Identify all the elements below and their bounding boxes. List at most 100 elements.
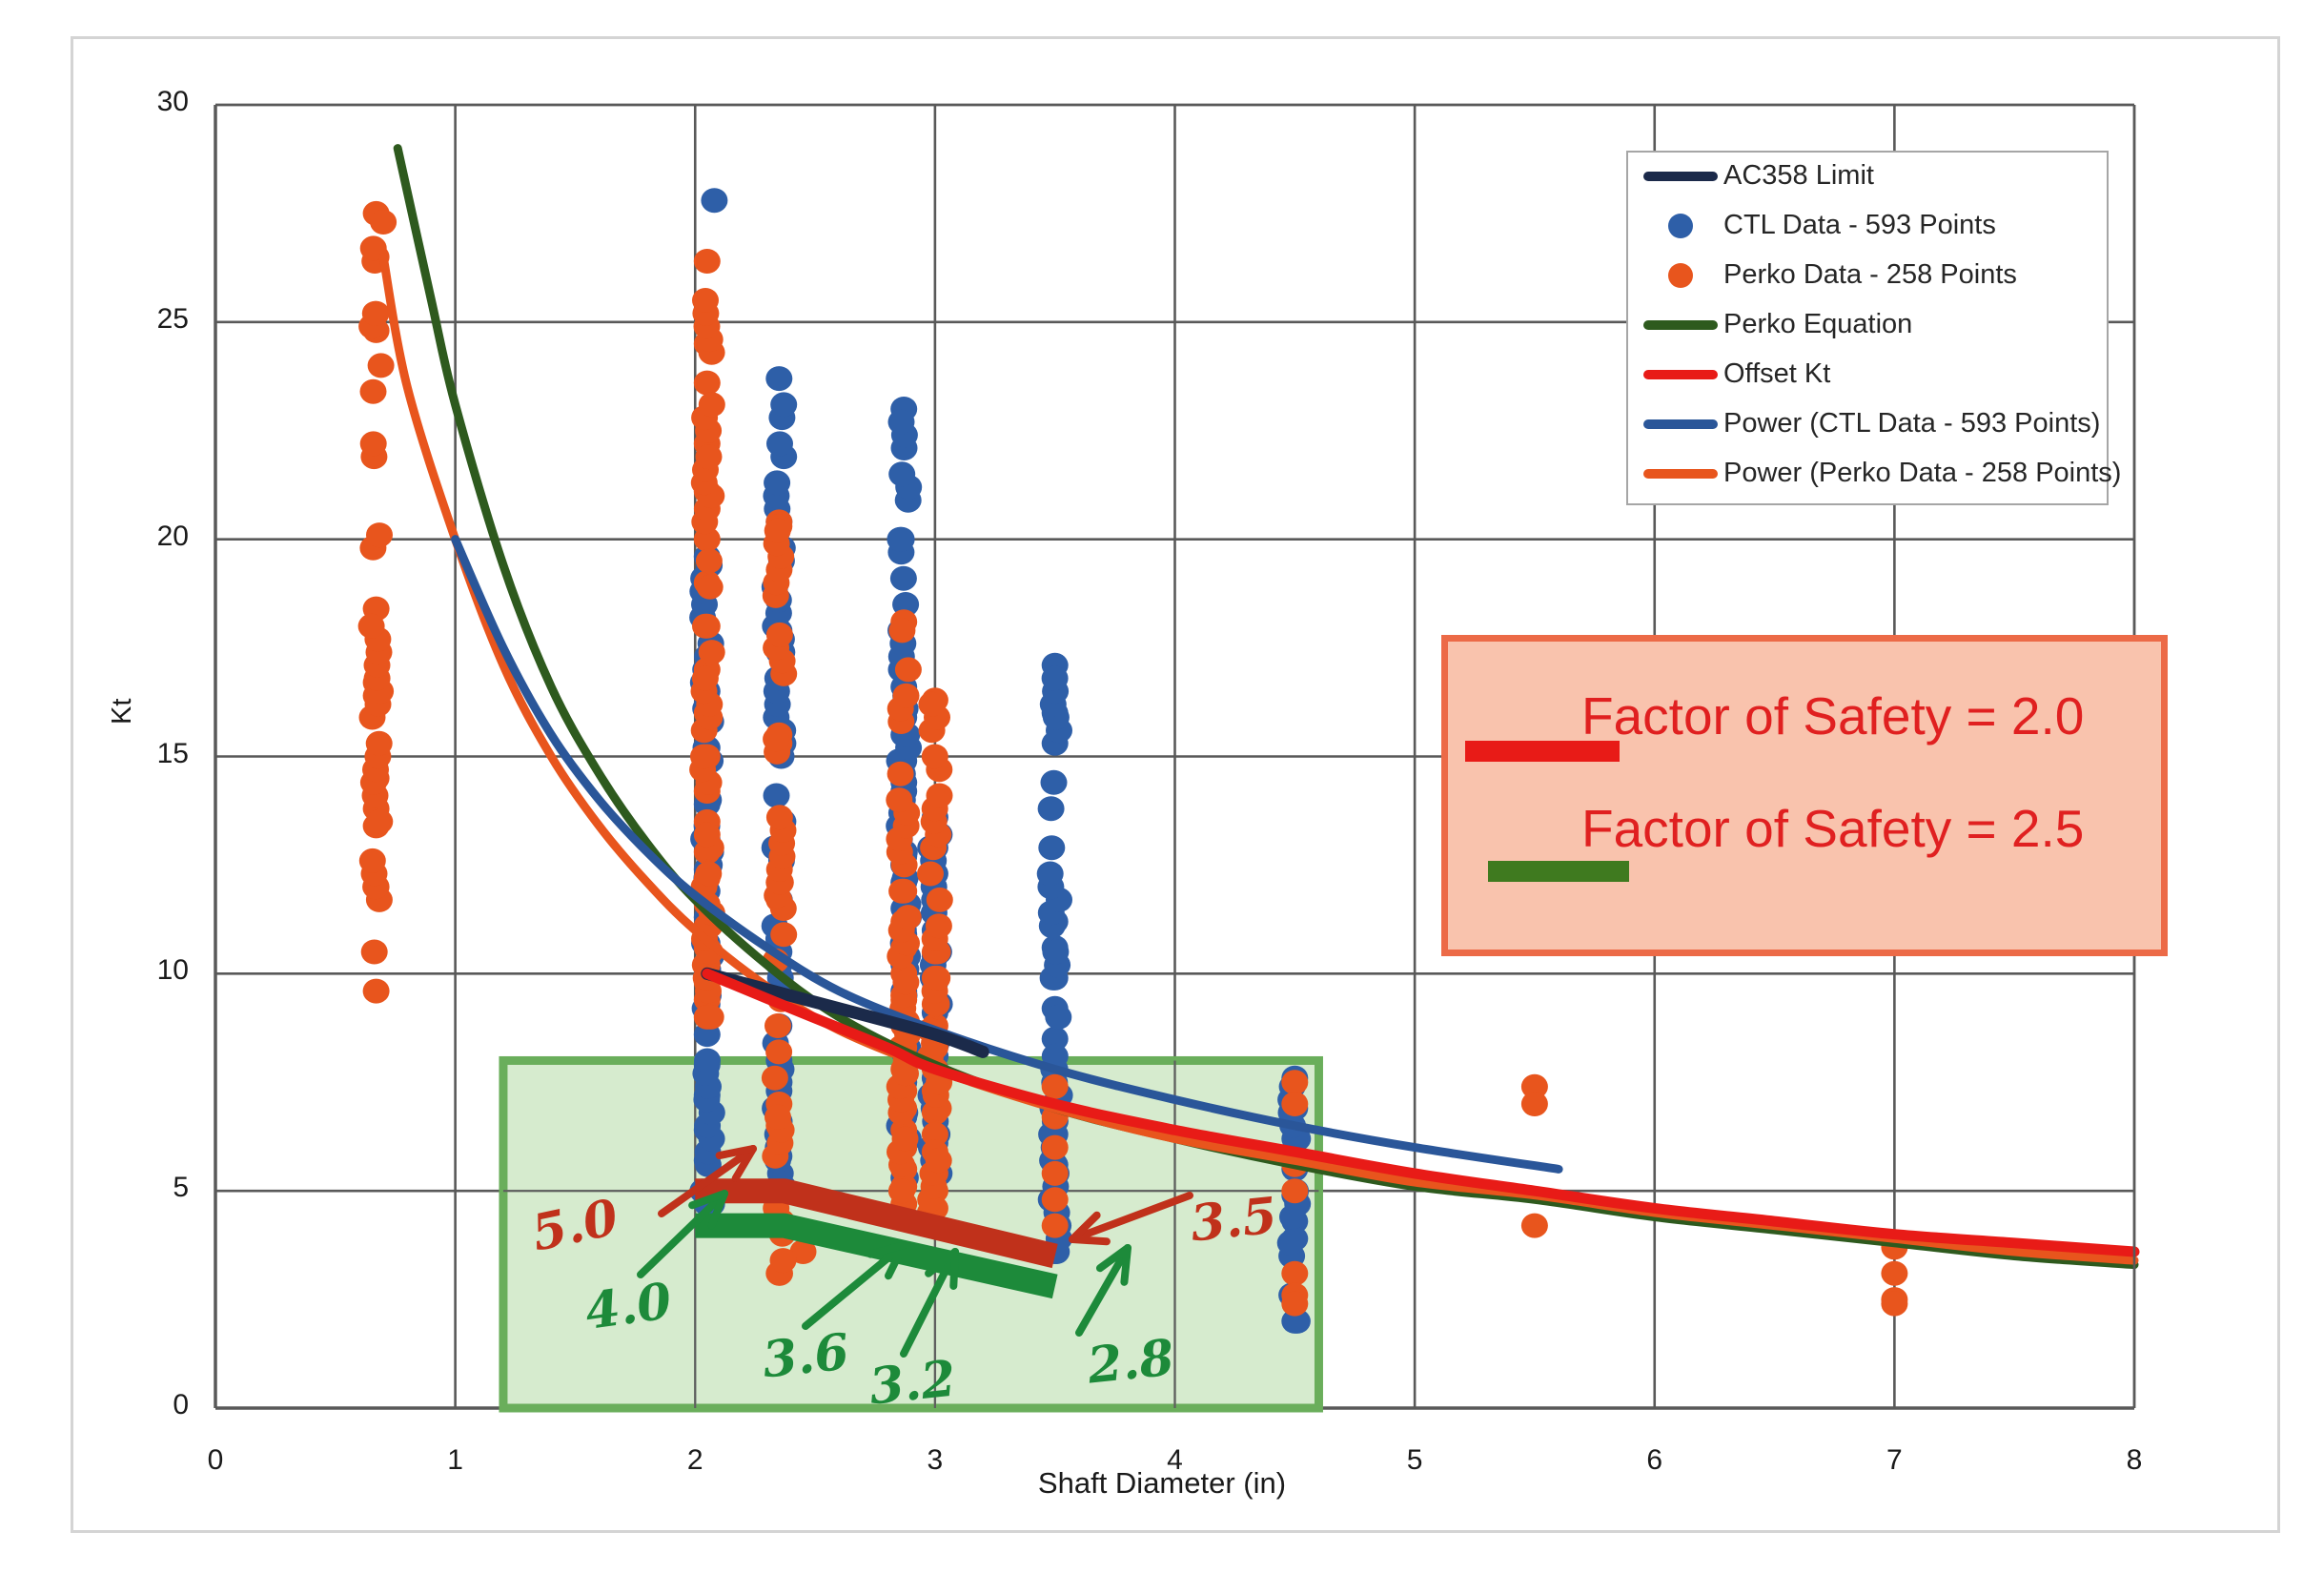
data-point	[694, 1049, 721, 1073]
data-point	[699, 392, 725, 417]
y-tick-label: 5	[112, 1172, 189, 1204]
legend-marker-line	[1643, 419, 1718, 429]
data-point	[696, 548, 723, 573]
data-point	[765, 366, 792, 391]
annotation-arrowhead	[1072, 1239, 1107, 1241]
data-point	[1041, 770, 1068, 795]
factor-of-safety-callout: Factor of Safety = 2.0 Factor of Safety =…	[1441, 635, 2168, 956]
data-point	[926, 1148, 952, 1173]
data-point	[366, 731, 393, 756]
callout-label: Factor of Safety = 2.0	[1581, 685, 2084, 746]
data-point	[1042, 1161, 1069, 1186]
legend-item: Power (CTL Data - 593 Points)	[1628, 408, 2107, 460]
x-tick-label: 3	[897, 1444, 973, 1477]
data-point	[690, 745, 717, 769]
y-tick-label: 25	[112, 303, 189, 336]
data-point	[770, 922, 797, 947]
data-point	[892, 970, 919, 994]
data-point	[1281, 1070, 1308, 1094]
data-point	[926, 913, 952, 938]
data-point	[361, 940, 388, 965]
data-point	[888, 410, 915, 435]
data-point	[368, 353, 395, 378]
x-tick-label: 1	[418, 1444, 494, 1477]
data-point	[359, 848, 386, 873]
data-point	[1042, 1074, 1069, 1099]
data-point	[696, 444, 723, 469]
x-tick-label: 4	[1137, 1444, 1213, 1477]
legend-marker-dot	[1668, 214, 1693, 238]
legend-item: Offset Kt	[1628, 358, 2107, 410]
handwritten-label: 4.0	[581, 1272, 675, 1341]
data-point	[888, 461, 915, 486]
data-point	[1281, 1178, 1308, 1203]
data-point	[694, 371, 721, 396]
data-point	[892, 1127, 919, 1152]
data-point	[764, 1013, 791, 1038]
legend-label: Perko Data - 258 Points	[1723, 259, 2017, 290]
legend-label: Power (CTL Data - 593 Points)	[1723, 408, 2100, 439]
data-point	[1042, 1187, 1069, 1212]
legend-marker-line	[1643, 370, 1718, 379]
data-point	[890, 566, 917, 591]
data-point	[701, 188, 727, 213]
y-tick-label: 0	[112, 1389, 189, 1421]
data-point	[366, 809, 393, 834]
data-point	[699, 640, 725, 664]
legend-marker-line	[1643, 469, 1718, 479]
data-point	[886, 787, 912, 812]
callout-swatch	[1488, 861, 1629, 882]
y-tick-label: 20	[112, 521, 189, 553]
legend-label: Power (Perko Data - 258 Points)	[1723, 458, 2121, 488]
legend-item: AC358 Limit	[1628, 160, 2107, 212]
y-tick-label: 15	[112, 738, 189, 770]
data-point	[1521, 1092, 1548, 1116]
data-point	[1042, 1214, 1069, 1238]
handwritten-label: 3.2	[866, 1349, 958, 1416]
data-point	[766, 805, 793, 829]
data-point	[1881, 1261, 1907, 1286]
callout-swatch	[1465, 741, 1620, 762]
chart-root: Kt Shaft Diameter (in) 0 5 10 15 20 25 30 0123…	[0, 0, 2324, 1573]
data-point	[893, 684, 920, 708]
handwritten-label: 3.6	[760, 1322, 851, 1389]
data-point	[764, 470, 790, 495]
data-point	[1042, 666, 1069, 691]
x-tick-label: 0	[177, 1444, 254, 1477]
data-point	[764, 1105, 791, 1130]
data-point	[692, 288, 719, 313]
data-point	[770, 1248, 797, 1273]
data-point	[924, 966, 950, 991]
data-point	[692, 614, 719, 639]
data-point	[917, 862, 944, 887]
data-point	[362, 301, 389, 326]
legend-item: CTL Data - 593 Points	[1628, 210, 2107, 261]
data-point	[1281, 1261, 1308, 1286]
data-point	[358, 614, 385, 639]
legend-marker-line	[1643, 172, 1718, 181]
x-tick-label: 6	[1617, 1444, 1693, 1477]
x-tick-label: 2	[657, 1444, 733, 1477]
data-point	[1521, 1214, 1548, 1238]
data-point	[698, 1005, 724, 1030]
data-point	[762, 1066, 788, 1091]
data-point	[888, 1178, 915, 1203]
data-point	[764, 519, 791, 543]
data-point	[927, 784, 953, 808]
legend-item: Perko Equation	[1628, 309, 2107, 360]
legend-marker-line	[1643, 320, 1718, 330]
legend-item: Power (Perko Data - 258 Points)	[1628, 458, 2107, 509]
chart-legend: AC358 Limit CTL Data - 593 Points Perko Da…	[1626, 151, 2109, 505]
data-point	[1277, 1231, 1304, 1256]
data-point	[1042, 1135, 1069, 1160]
data-point	[1881, 1292, 1907, 1317]
data-point	[370, 210, 397, 235]
legend-item: Perko Data - 258 Points	[1628, 259, 2107, 311]
data-point	[363, 979, 390, 1004]
data-point	[694, 249, 721, 274]
legend-label: AC358 Limit	[1723, 160, 1874, 191]
data-point	[766, 623, 793, 647]
legend-label: CTL Data - 593 Points	[1723, 210, 1996, 240]
data-point	[763, 726, 789, 751]
data-point	[692, 666, 719, 691]
